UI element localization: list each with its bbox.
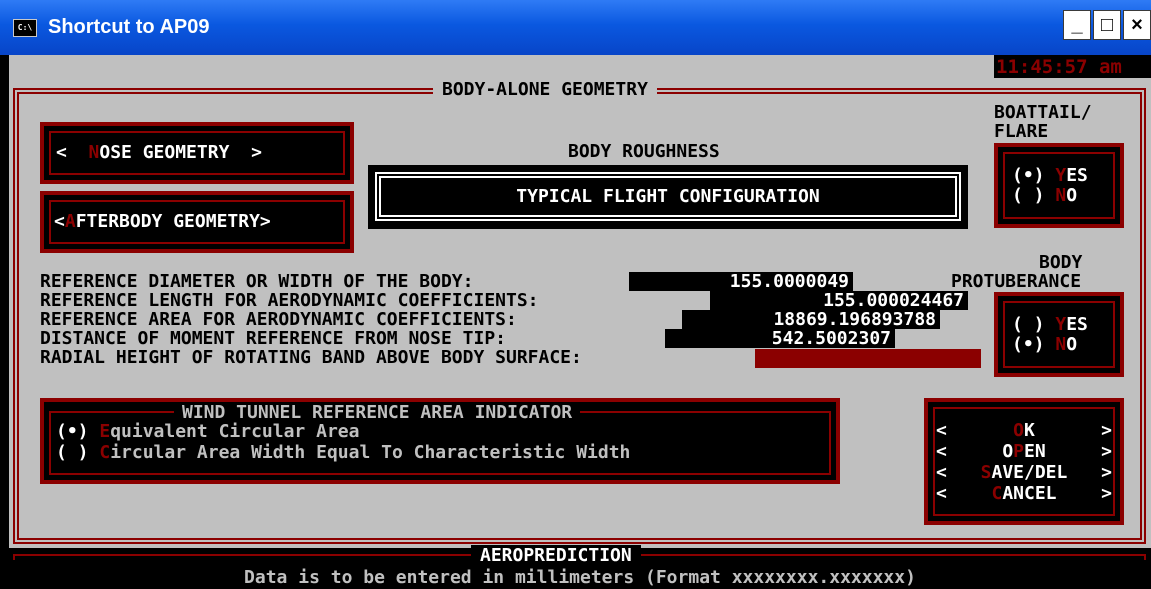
wind-tunnel-box: WIND TUNNEL REFERENCE AREA INDICATOR (•)… — [44, 402, 836, 480]
wind-tunnel-group[interactable]: WIND TUNNEL REFERENCE AREA INDICATOR (•)… — [40, 398, 840, 484]
console-icon[interactable]: C:\ — [13, 19, 37, 37]
roughness-field[interactable]: TYPICAL FLIGHT CONFIGURATION — [368, 165, 968, 229]
clock: 11:45:57 am — [996, 56, 1122, 78]
hotkey-e: E — [99, 421, 111, 442]
flare-label: FLARE — [994, 121, 1049, 142]
hotkey-a: A — [64, 211, 76, 232]
boattail-label: BOATTAIL/ — [994, 102, 1092, 123]
hotkey-c: C — [99, 442, 111, 463]
nose-geometry-label: < NOSE GEOMETRY > — [56, 142, 262, 163]
moment-ref-label: DISTANCE OF MOMENT REFERENCE FROM NOSE T… — [40, 328, 506, 349]
cancel-button[interactable]: < CANCEL > — [936, 483, 1112, 504]
boattail-radio-group[interactable]: (•) YES ( ) NO — [994, 143, 1124, 228]
status-strip — [9, 55, 994, 78]
wind-tunnel-title: WIND TUNNEL REFERENCE AREA INDICATOR — [174, 402, 581, 423]
action-buttons-box: < OK > < OPEN > < SAVE/DEL > < CANCEL > — [928, 402, 1120, 521]
section-title: BODY-ALONE GEOMETRY — [433, 79, 657, 100]
afterbody-geometry-label: <AFTERBODY GEOMETRY> — [54, 211, 271, 232]
ref-diameter-input[interactable]: 155.0000049 — [629, 272, 853, 291]
hotkey-n: N — [88, 142, 100, 163]
rotating-band-label: RADIAL HEIGHT OF ROTATING BAND ABOVE BOD… — [40, 347, 582, 368]
afterbody-geometry-button-frame[interactable]: <AFTERBODY GEOMETRY> — [40, 191, 354, 253]
hotkey-o: O — [1013, 420, 1024, 441]
ok-button[interactable]: < OK > — [936, 420, 1112, 441]
action-buttons-group: < OK > < OPEN > < SAVE/DEL > < CANCEL > — [924, 398, 1124, 525]
rotating-band-input[interactable] — [755, 349, 981, 368]
nose-geometry-button-frame[interactable]: < NOSE GEOMETRY > — [40, 122, 354, 184]
hotkey-c: C — [991, 483, 1003, 504]
ref-length-input[interactable]: 155.000024467 — [710, 291, 968, 310]
ref-length-label: REFERENCE LENGTH FOR AERODYNAMIC COEFFIC… — [40, 290, 539, 311]
hotkey-p: P — [1013, 441, 1024, 462]
hotkey-n: N — [1055, 185, 1067, 206]
hotkey-y: Y — [1055, 165, 1067, 186]
roughness-value: TYPICAL FLIGHT CONFIGURATION — [516, 186, 820, 207]
ref-area-input[interactable]: 18869.196893788 — [682, 310, 940, 329]
window-title: Shortcut to AP09 — [48, 16, 210, 38]
protuberance-no-radio[interactable]: (•) NO — [1012, 334, 1077, 355]
hotkey-n: N — [1055, 334, 1067, 355]
equivalent-area-radio[interactable]: (•) Equivalent Circular Area — [56, 421, 359, 442]
afterbody-geometry-button[interactable]: <AFTERBODY GEOMETRY> — [44, 195, 350, 249]
boattail-yes-radio[interactable]: (•) YES — [1012, 165, 1088, 186]
boattail-no-radio[interactable]: ( ) NO — [1012, 185, 1077, 206]
maximize-button[interactable]: □ — [1093, 10, 1121, 40]
ref-area-label: REFERENCE AREA FOR AERODYNAMIC COEFFICIE… — [40, 309, 517, 330]
footer-title: AEROPREDICTION — [471, 545, 641, 566]
protuberance-radio-box: ( ) YES (•) NO — [998, 296, 1120, 373]
boattail-radio-box: (•) YES ( ) NO — [998, 147, 1120, 224]
protuberance-label: PROTUBERANCE — [951, 271, 1082, 292]
hotkey-y: Y — [1055, 314, 1067, 335]
protuberance-yes-radio[interactable]: ( ) YES — [1012, 314, 1088, 335]
nose-geometry-button[interactable]: < NOSE GEOMETRY > — [44, 126, 350, 180]
hotkey-s: S — [980, 462, 992, 483]
characteristic-width-radio[interactable]: ( ) Circular Area Width Equal To Charact… — [56, 442, 630, 463]
protuberance-radio-group[interactable]: ( ) YES (•) NO — [994, 292, 1124, 377]
body-label: BODY — [1039, 252, 1083, 273]
minimize-button[interactable]: _ — [1063, 10, 1091, 40]
status-message: Data is to be entered in millimeters (Fo… — [244, 567, 916, 588]
window-title-bar[interactable]: C:\ Shortcut to AP09 _ □ × — [0, 0, 1151, 55]
close-button[interactable]: × — [1123, 10, 1151, 40]
save-del-button[interactable]: < SAVE/DEL > — [936, 462, 1112, 483]
ref-diameter-label: REFERENCE DIAMETER OR WIDTH OF THE BODY: — [40, 271, 474, 292]
main-panel: BODY-ALONE GEOMETRY < NOSE GEOMETRY > <A… — [9, 78, 1151, 548]
console-area: 11:45:57 am BODY-ALONE GEOMETRY < NOSE G… — [9, 55, 1151, 589]
open-button[interactable]: < OPEN > — [936, 441, 1112, 462]
moment-ref-input[interactable]: 542.5002307 — [665, 329, 895, 348]
body-roughness-label: BODY ROUGHNESS — [568, 141, 720, 162]
